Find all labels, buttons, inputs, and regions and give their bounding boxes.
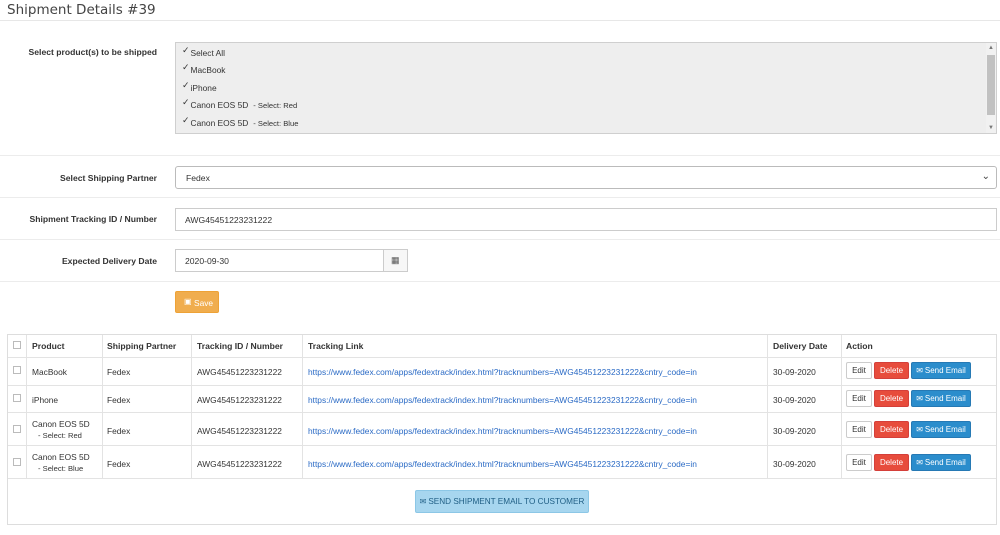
scrollbar-thumb[interactable] (987, 55, 995, 115)
row-checkbox[interactable] (13, 366, 21, 374)
column-header-tracking-id: Tracking ID / Number (197, 341, 283, 351)
product-option[interactable]: ✓MacBook (182, 62, 225, 76)
column-header-product: Product (32, 341, 65, 351)
check-icon: ✓ (182, 115, 190, 125)
tracking-id-cell: AWG45451223231222 (197, 459, 282, 469)
send-email-button[interactable]: ✉ Send Email (911, 390, 971, 407)
product-cell: MacBook (32, 367, 67, 377)
column-header-delivery-date: Delivery Date (773, 341, 828, 351)
envelope-icon: ✉ (916, 458, 923, 467)
products-multiselect[interactable]: ✓Select All ✓MacBook ✓iPhone ✓Canon EOS … (175, 42, 997, 134)
partner-cell: Fedex (107, 459, 131, 469)
envelope-icon: ✉ (419, 497, 427, 506)
delete-button[interactable]: Delete (874, 362, 909, 379)
date-label: Expected Delivery Date (61, 256, 157, 266)
tracking-link[interactable]: https://www.fedex.com/apps/fedextrack/in… (308, 395, 697, 405)
check-icon: ✓ (182, 97, 190, 107)
row-divider (8, 478, 996, 479)
column-header-tracking-link: Tracking Link (308, 341, 364, 351)
product-cell: Canon EOS 5D - Select: Blue (32, 452, 90, 473)
tracking-link[interactable]: https://www.fedex.com/apps/fedextrack/in… (308, 426, 697, 436)
partner-label: Select Shipping Partner (60, 173, 157, 183)
calendar-icon: ▦ (391, 255, 400, 265)
save-button[interactable]: ▣ Save (175, 291, 219, 313)
tracking-id-cell: AWG45451223231222 (197, 367, 282, 377)
product-option[interactable]: ✓iPhone (182, 80, 217, 94)
row-divider (8, 445, 996, 446)
tracking-label: Shipment Tracking ID / Number (29, 214, 158, 224)
delete-button[interactable]: Delete (874, 421, 909, 438)
product-option[interactable]: ✓Select All (182, 45, 225, 59)
envelope-icon: ✉ (916, 366, 923, 375)
row-divider (0, 239, 1000, 240)
products-label: Select product(s) to be shipped (28, 47, 157, 57)
shipments-table: Product Shipping Partner Tracking ID / N… (7, 334, 997, 525)
product-cell: Canon EOS 5D - Select: Red (32, 419, 90, 440)
envelope-icon: ✉ (916, 394, 923, 403)
tracking-id-cell: AWG45451223231222 (197, 426, 282, 436)
send-email-button[interactable]: ✉ Send Email (911, 421, 971, 438)
scroll-up-icon[interactable]: ▲ (988, 45, 994, 51)
row-divider (0, 197, 1000, 198)
partner-cell: Fedex (107, 367, 131, 377)
check-icon: ✓ (182, 80, 190, 90)
send-email-button[interactable]: ✉ Send Email (911, 454, 971, 471)
tracking-input[interactable]: AWG45451223231222 (175, 208, 997, 231)
multiselect-scrollbar[interactable]: ▲ ▼ (986, 43, 996, 133)
delivery-date-cell: 30-09-2020 (773, 367, 816, 377)
send-email-button[interactable]: ✉ Send Email (911, 362, 971, 379)
edit-button[interactable]: Edit (846, 362, 872, 379)
delivery-date-cell: 30-09-2020 (773, 459, 816, 469)
chevron-down-icon: ⌄ (981, 171, 990, 182)
delete-button[interactable]: Delete (874, 454, 909, 471)
delivery-date-cell: 30-09-2020 (773, 426, 816, 436)
row-checkbox[interactable] (13, 458, 21, 466)
save-icon: ▣ (184, 297, 192, 306)
row-divider (8, 357, 996, 358)
row-checkbox[interactable] (13, 394, 21, 402)
row-divider (8, 385, 996, 386)
shipping-partner-select[interactable]: Fedex ⌄ (175, 166, 997, 189)
row-divider (8, 412, 996, 413)
product-option[interactable]: ✓Canon EOS 5D - Select: Red (182, 97, 297, 111)
envelope-icon: ✉ (916, 425, 923, 434)
title-divider (0, 20, 1000, 21)
partner-cell: Fedex (107, 426, 131, 436)
edit-button[interactable]: Edit (846, 390, 872, 407)
tracking-id-cell: AWG45451223231222 (197, 395, 282, 405)
row-divider (0, 281, 1000, 282)
tracking-link[interactable]: https://www.fedex.com/apps/fedextrack/in… (308, 459, 697, 469)
edit-button[interactable]: Edit (846, 421, 872, 438)
row-checkbox[interactable] (13, 425, 21, 433)
delivery-date-input[interactable]: 2020-09-30 (175, 249, 384, 272)
page-title: Shipment Details #39 (7, 2, 156, 18)
tracking-link[interactable]: https://www.fedex.com/apps/fedextrack/in… (308, 367, 697, 377)
product-option[interactable]: ✓Canon EOS 5D - Select: Blue (182, 115, 298, 129)
product-cell: iPhone (32, 395, 59, 405)
select-all-checkbox[interactable] (13, 341, 21, 349)
scroll-down-icon[interactable]: ▼ (988, 125, 994, 131)
check-icon: ✓ (182, 45, 190, 55)
column-header-partner: Shipping Partner (107, 341, 177, 351)
column-header-action: Action (846, 341, 873, 351)
delivery-date-cell: 30-09-2020 (773, 395, 816, 405)
calendar-button[interactable]: ▦ (383, 249, 408, 272)
edit-button[interactable]: Edit (846, 454, 872, 471)
check-icon: ✓ (182, 62, 190, 72)
row-divider (0, 155, 1000, 156)
delete-button[interactable]: Delete (874, 390, 909, 407)
send-shipment-email-button[interactable]: ✉ SEND SHIPMENT EMAIL TO CUSTOMER (415, 490, 589, 513)
partner-cell: Fedex (107, 395, 131, 405)
